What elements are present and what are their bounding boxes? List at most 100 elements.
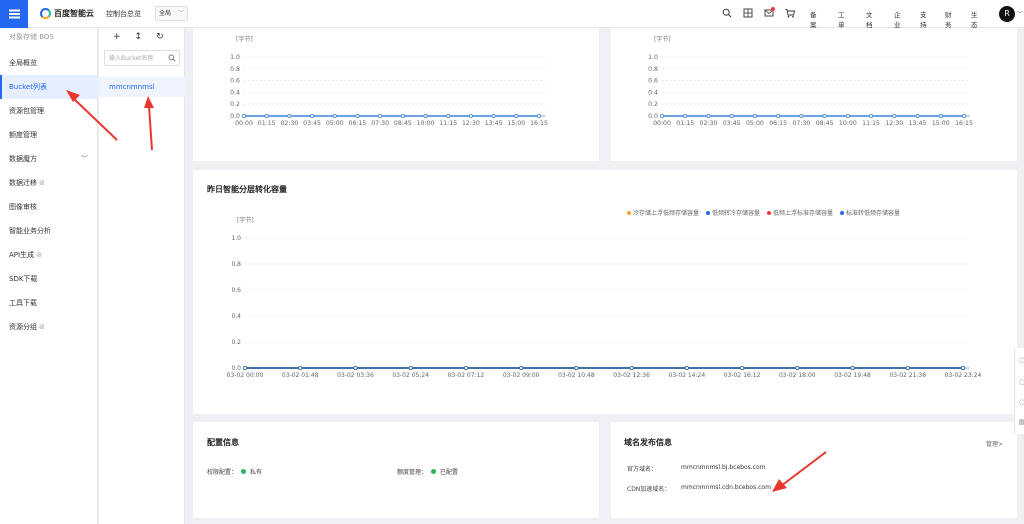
x-tick-label: 11:15 xyxy=(862,120,880,127)
data-point xyxy=(892,114,897,119)
refresh-icon[interactable]: ↻ xyxy=(156,32,164,42)
data-point xyxy=(799,114,804,119)
sidebar-item-sdk[interactable]: SDK下载 xyxy=(0,267,98,291)
data-point xyxy=(729,114,734,119)
y-tick-label: 0.2 xyxy=(231,339,241,346)
search-icon[interactable] xyxy=(168,54,176,62)
y-tick-label: 0.6 xyxy=(231,287,241,294)
sidebar-item-label: 全局概览 xyxy=(9,59,37,67)
data-point xyxy=(378,114,383,119)
x-tick-label: 03:45 xyxy=(723,120,741,127)
region-select[interactable]: 全局 ﹀ xyxy=(155,6,188,21)
sidebar-item-label: 数据魔方 xyxy=(9,155,37,163)
y-tick-label: 0.6 xyxy=(230,78,240,85)
sort-icon[interactable]: ↕ xyxy=(135,32,143,42)
sidebar-item-tools[interactable]: 工具下载 xyxy=(0,291,98,315)
avatar[interactable]: R xyxy=(999,6,1015,22)
external-link-icon: ⊘ xyxy=(36,251,42,259)
sidebar-item-bucket-list[interactable]: Bucket列表 xyxy=(0,75,98,99)
sidebar-item-quota[interactable]: 额度管理 xyxy=(0,123,98,147)
help-icon[interactable]: ◌ xyxy=(1019,378,1024,386)
data-point xyxy=(961,365,966,370)
top-link-ticket[interactable]: 工单 xyxy=(838,9,845,29)
top-link-finance[interactable]: 财务 xyxy=(945,9,952,29)
sidebar-item-label: 额度管理 xyxy=(9,131,37,139)
feedback-icon[interactable]: ◌ xyxy=(1019,398,1024,406)
sidebar-item-label: 资源分组 xyxy=(9,323,37,331)
top-link-docs[interactable]: 文档 xyxy=(866,9,873,29)
manage-link[interactable]: 管理> xyxy=(986,439,1003,448)
permission-label: 权限配置： xyxy=(207,469,238,476)
sidebar-item-resource-group[interactable]: 资源分组 ⊘ xyxy=(0,315,98,339)
data-point xyxy=(869,114,874,119)
external-link-icon: ⊘ xyxy=(39,179,45,187)
data-point xyxy=(242,114,247,119)
bucket-list-panel: + ↕ ↻ mmcnmnmsl xyxy=(99,28,185,524)
y-tick-label: 1.0 xyxy=(648,54,658,61)
sidebar-item-label: API生成 xyxy=(9,251,35,259)
console-overview-link[interactable]: 控制台总览 xyxy=(106,9,141,19)
x-tick-label: 03-02 10:48 xyxy=(558,372,595,379)
sidebar-item-api[interactable]: API生成 ⊘ xyxy=(0,243,98,267)
data-point xyxy=(915,114,920,119)
sidebar-item-data-migration[interactable]: 数据迁移 ⊘ xyxy=(0,171,98,195)
data-point xyxy=(574,365,579,370)
x-tick-label: 15:00 xyxy=(932,120,950,127)
config-card: 配置信息 权限配置： 私有 额度管理： 已配置 xyxy=(193,422,599,518)
data-point xyxy=(514,114,519,119)
top-link-enterprise[interactable]: 企业 xyxy=(894,9,901,29)
x-tick-label: 08:45 xyxy=(394,120,412,127)
top-link-support[interactable]: 支持 xyxy=(920,9,927,29)
top-bar: 百度智能云 控制台总览 全局 ﹀ 备案 工单 文档 企业 支持 财务 生态 R … xyxy=(0,0,1024,29)
y-axis-unit: [字节] xyxy=(236,35,253,43)
x-tick-label: 12:30 xyxy=(462,120,480,127)
cart-icon[interactable] xyxy=(785,8,795,18)
sidebar-item-label: SDK下载 xyxy=(9,275,38,283)
data-point xyxy=(629,365,634,370)
grid-icon[interactable] xyxy=(743,8,753,18)
y-tick-label: 1.0 xyxy=(231,235,241,242)
message-icon[interactable] xyxy=(764,7,775,18)
x-tick-label: 00:00 xyxy=(653,120,671,127)
search-icon[interactable] xyxy=(722,8,732,18)
chart-left: [字节] 1.0 0.8 0.6 0.4 0.2 0.000:00 01:15 02:30 03:… xyxy=(230,35,548,127)
chat-icon[interactable]: ◌ xyxy=(1019,356,1024,364)
sidebar-item-image-review[interactable]: 图像审核 xyxy=(0,195,98,219)
y-axis-unit: [字节] xyxy=(654,35,671,43)
permission-row: 权限配置： 私有 xyxy=(207,467,262,476)
sidebar-item-label: 工具下载 xyxy=(9,299,37,307)
data-point xyxy=(423,114,428,119)
chevron-down-icon[interactable]: ﹀ xyxy=(1017,9,1023,18)
bucket-item[interactable]: mmcnmnmsl xyxy=(99,77,185,97)
sidebar-item-overview[interactable]: 全局概览 xyxy=(0,51,98,75)
sidebar-item-resource-pack[interactable]: 资源包管理 xyxy=(0,99,98,123)
brand-logo[interactable]: 百度智能云 xyxy=(40,8,94,19)
data-point xyxy=(905,365,910,370)
y-tick-label: 0.8 xyxy=(230,66,240,73)
data-point xyxy=(243,365,248,370)
data-point xyxy=(353,365,358,370)
y-tick-label: 0.4 xyxy=(230,89,240,96)
menu-icon[interactable] xyxy=(0,0,28,28)
cdn-domain-row: CDN加速域名： mmcnmnmsl.cdn.bcebos.com xyxy=(627,484,771,493)
left-sidebar: 对象存储 BOS 全局概览 Bucket列表 资源包管理 额度管理 数据魔方 ﹀ … xyxy=(0,28,98,524)
bucket-search-input[interactable] xyxy=(105,51,165,65)
add-bucket-icon[interactable]: + xyxy=(113,32,121,42)
top-link-beian[interactable]: 备案 xyxy=(810,9,817,29)
x-tick-label: 03:45 xyxy=(303,120,321,127)
y-tick-label: 1.0 xyxy=(230,54,240,61)
x-tick-label: 01:15 xyxy=(676,120,694,127)
data-point xyxy=(740,365,745,370)
data-point xyxy=(298,365,303,370)
quota-value: 已配置 xyxy=(440,469,459,476)
sidebar-item-data-cube[interactable]: 数据魔方 ﹀ xyxy=(0,147,98,171)
data-point xyxy=(706,114,711,119)
sidebar-item-business-analysis[interactable]: 智能业务分析 xyxy=(0,219,98,243)
data-point xyxy=(683,114,688,119)
data-point xyxy=(491,114,496,119)
x-tick-label: 03-02 21:36 xyxy=(889,372,926,379)
config-title: 配置信息 xyxy=(207,438,239,447)
doc-icon[interactable]: ▤ xyxy=(1019,418,1024,426)
x-tick-label: 15:00 xyxy=(507,120,525,127)
top-link-ecosystem[interactable]: 生态 xyxy=(971,9,978,29)
